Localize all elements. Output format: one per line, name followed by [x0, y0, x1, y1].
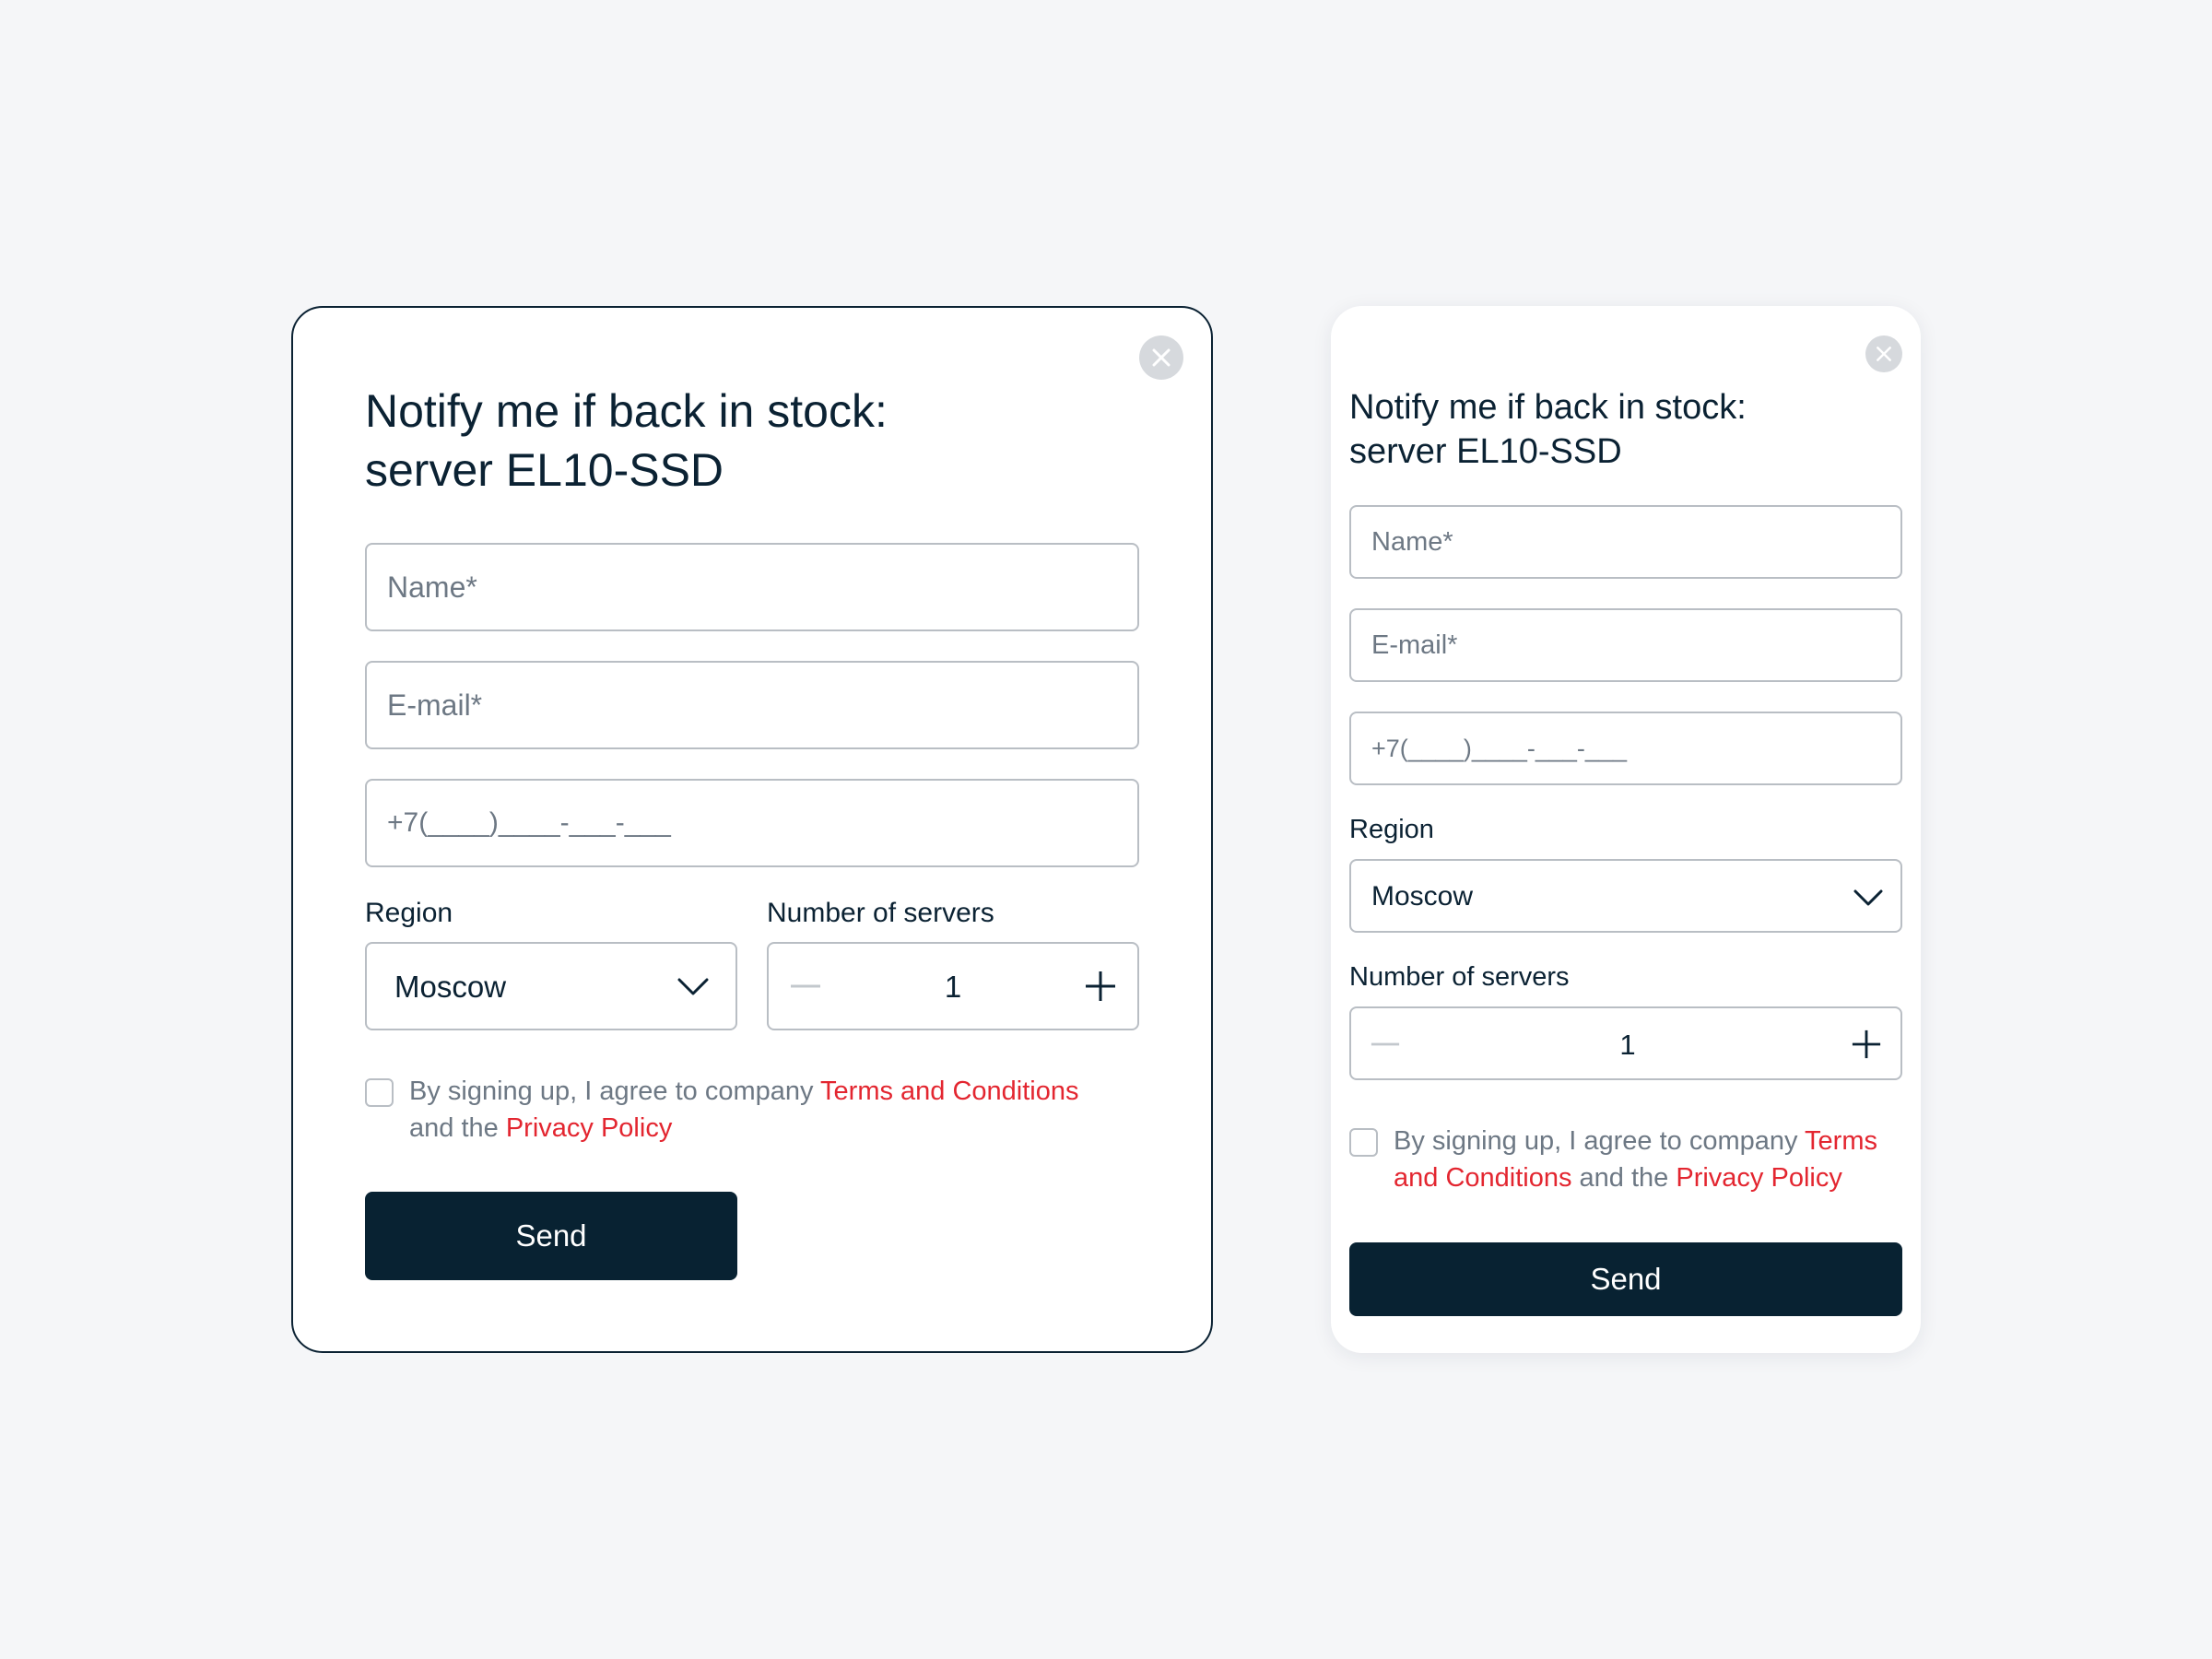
title-line-2: server EL10-SSD [365, 444, 724, 496]
consent-middle: and the [1571, 1163, 1677, 1193]
title-line-1: Notify me if back in stock: [365, 385, 888, 437]
phone-field [365, 779, 1139, 867]
phone-field [1349, 712, 1902, 785]
region-select[interactable]: Moscow [1349, 859, 1902, 933]
name-input[interactable] [1351, 507, 1900, 577]
email-input[interactable] [367, 663, 1137, 747]
region-select-value: Moscow [394, 970, 507, 1004]
region-select-value: Moscow [1371, 881, 1474, 912]
close-icon [1877, 347, 1891, 361]
notify-modal-desktop: Notify me if back in stock: server EL10-… [291, 306, 1213, 1353]
modal-title: Notify me if back in stock: server EL10-… [365, 382, 888, 500]
region-select[interactable]: Moscow [365, 942, 737, 1030]
minus-icon[interactable] [1370, 1029, 1401, 1060]
close-button[interactable] [1865, 335, 1902, 372]
modal-title: Notify me if back in stock: server EL10-… [1349, 385, 1747, 474]
quantity-value: 1 [944, 970, 962, 1004]
region-label: Region [365, 898, 453, 928]
consent-text: By signing up, I agree to company Terms … [1394, 1123, 1906, 1196]
servers-label: Number of servers [1349, 962, 1570, 992]
phone-input[interactable] [1351, 713, 1900, 783]
notify-modal-mobile: Notify me if back in stock: server EL10-… [1331, 306, 1921, 1353]
email-input[interactable] [1351, 610, 1900, 680]
chevron-down-icon [1853, 889, 1883, 906]
consent-prefix: By signing up, I agree to company [409, 1077, 821, 1106]
consent-checkbox[interactable] [365, 1078, 394, 1107]
quantity-stepper: 1 [1349, 1006, 1902, 1080]
plus-icon[interactable] [1084, 970, 1117, 1003]
email-field [1349, 608, 1902, 682]
consent-checkbox[interactable] [1349, 1128, 1378, 1157]
phone-input[interactable] [367, 781, 1137, 865]
title-line-2: server EL10-SSD [1349, 432, 1622, 471]
terms-link[interactable]: Terms and Conditions [820, 1077, 1078, 1106]
region-label: Region [1349, 815, 1434, 844]
name-field [365, 543, 1139, 631]
consent-text: By signing up, I agree to company Terms … [409, 1073, 1137, 1147]
name-field [1349, 505, 1902, 579]
privacy-link[interactable]: Privacy Policy [506, 1113, 673, 1143]
consent-prefix: By signing up, I agree to company [1394, 1126, 1806, 1156]
quantity-stepper: 1 [767, 942, 1139, 1030]
privacy-link[interactable]: Privacy Policy [1676, 1163, 1842, 1193]
minus-icon[interactable] [789, 970, 822, 1003]
close-icon [1152, 348, 1171, 367]
chevron-down-icon [677, 978, 709, 995]
name-input[interactable] [367, 545, 1137, 629]
consent-middle: and the [409, 1113, 506, 1143]
servers-label: Number of servers [767, 898, 994, 928]
send-button[interactable]: Send [1349, 1242, 1902, 1316]
plus-icon[interactable] [1851, 1029, 1882, 1060]
close-button[interactable] [1139, 335, 1183, 380]
quantity-value: 1 [1619, 1029, 1636, 1061]
email-field [365, 661, 1139, 749]
title-line-1: Notify me if back in stock: [1349, 388, 1747, 427]
send-button[interactable]: Send [365, 1192, 737, 1280]
